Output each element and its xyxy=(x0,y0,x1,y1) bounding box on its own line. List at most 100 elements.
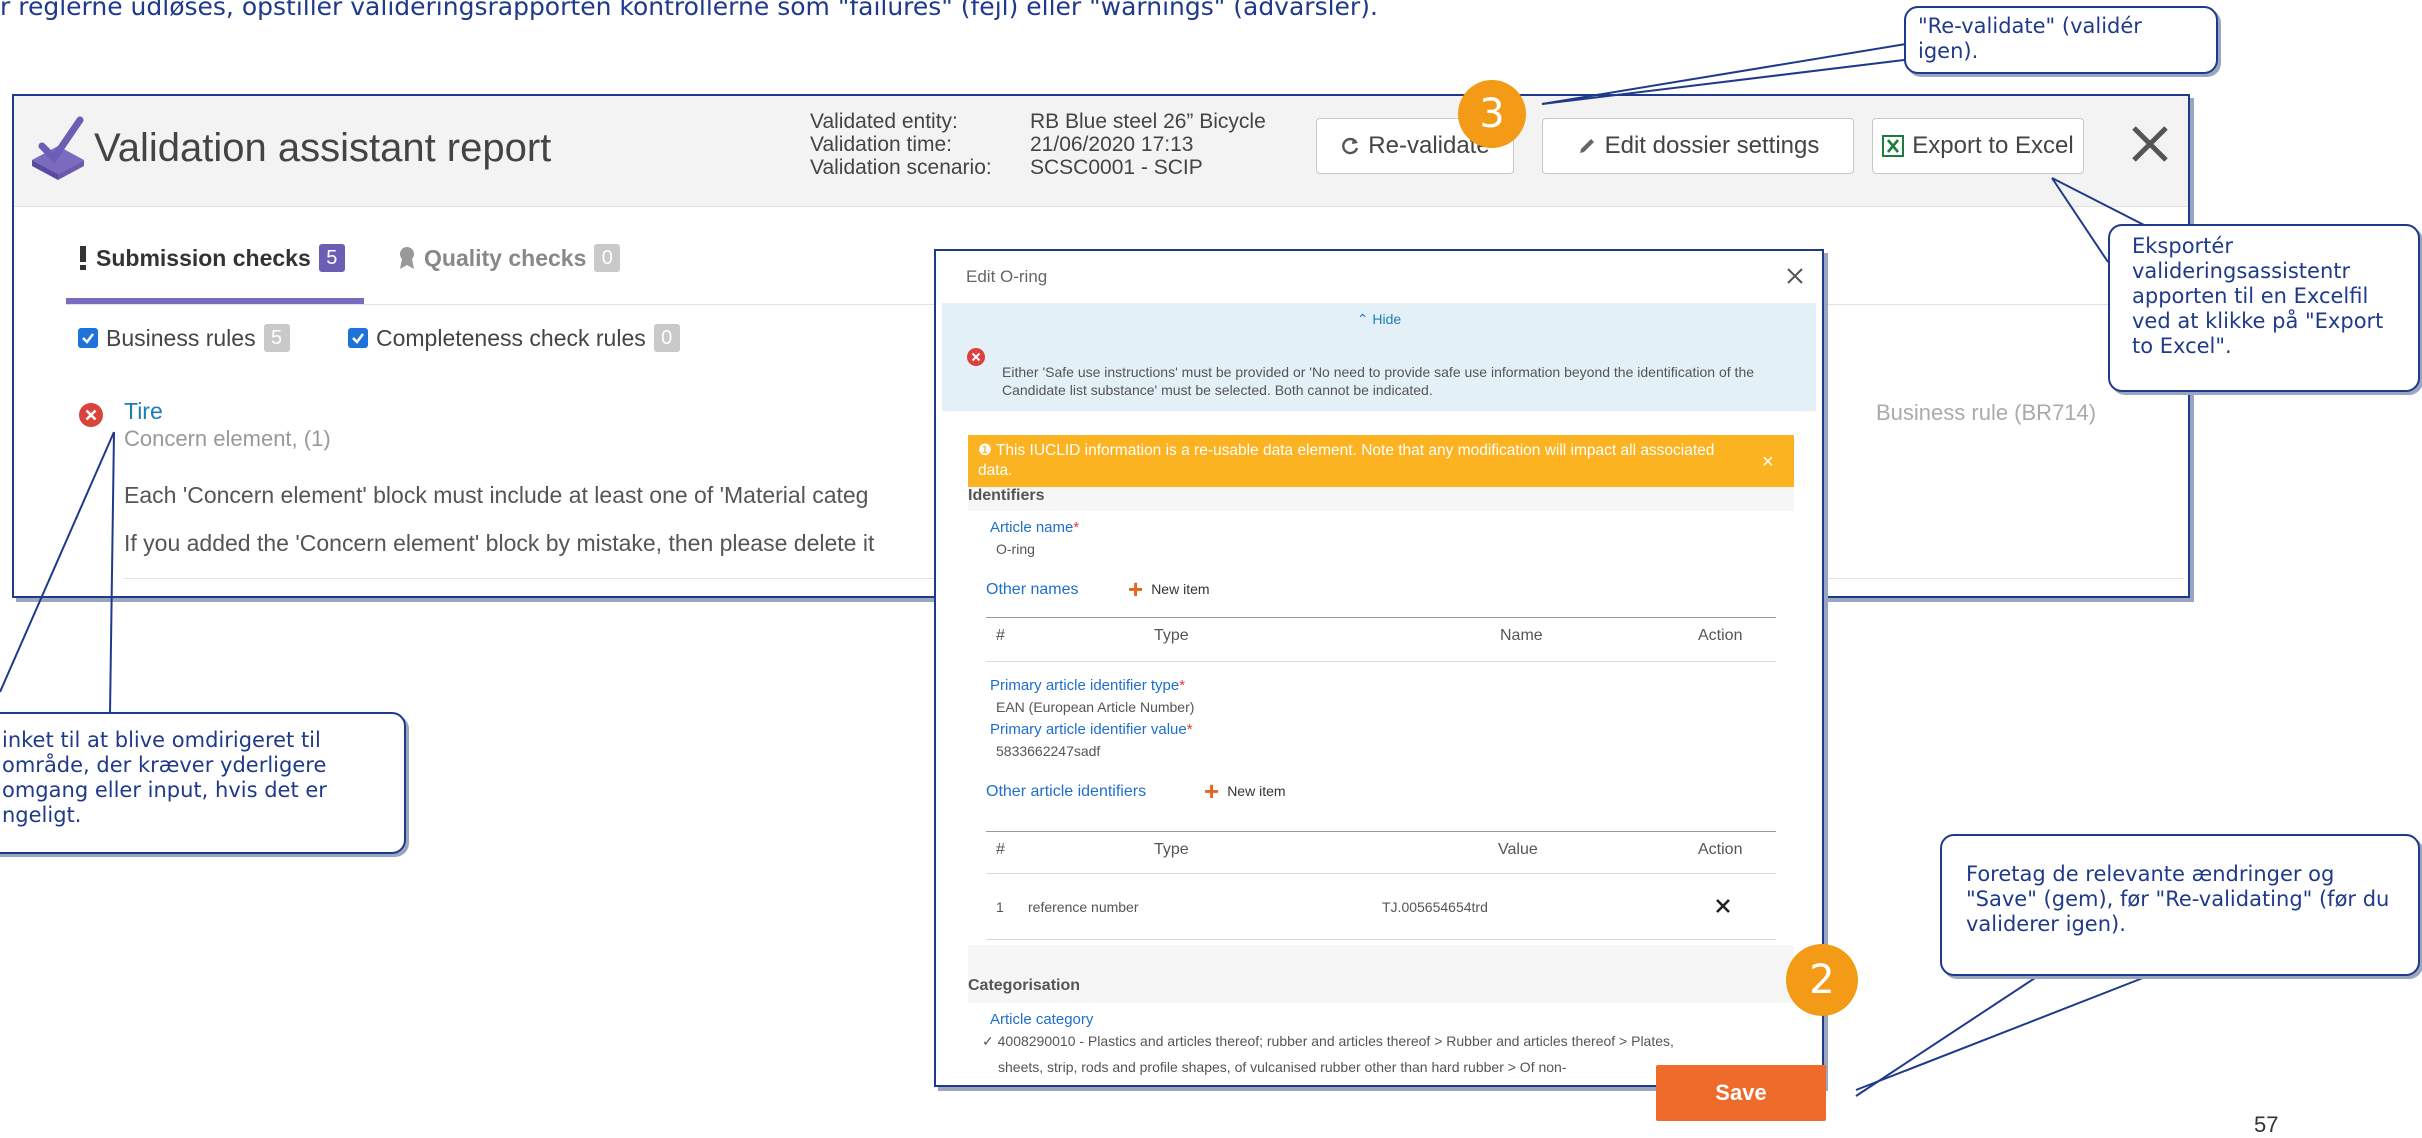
step-badge-2: 2 xyxy=(1786,944,1858,1016)
meta-key: Validation time: xyxy=(810,133,953,156)
table-border xyxy=(986,661,1776,662)
article-category-value: sheets, strip, rods and profile shapes, … xyxy=(998,1059,1567,1075)
category-text: 4008290010 - Plastics and articles there… xyxy=(997,1033,1674,1049)
label-text: Primary article identifier value xyxy=(990,721,1187,738)
pid-type-value: EAN (European Article Number) xyxy=(996,699,1195,715)
hide-toggle[interactable]: ⌃ Hide xyxy=(942,311,1816,328)
callout-revalidate: "Re-validate" (validér igen). xyxy=(1904,6,2218,74)
new-item-button[interactable]: + New item xyxy=(1128,574,1210,604)
count-badge: 0 xyxy=(653,324,680,352)
tab-submission-checks[interactable]: Submission checks 5 xyxy=(78,244,345,272)
dialog-body: Identifiers Article name* O-ring Other n… xyxy=(968,487,1794,1085)
warning-text: ❶ This IUCLID information is a re-usable… xyxy=(978,441,1738,481)
page-number: 57 xyxy=(2254,1112,2279,1137)
business-rules-checkbox[interactable]: Business rules 5 xyxy=(78,324,290,352)
dialog-title: Edit O-ring xyxy=(966,267,1048,286)
excel-icon xyxy=(1882,135,1905,157)
report-header: Validation assistant report Validated en… xyxy=(14,96,2188,207)
hide-label: Hide xyxy=(1372,311,1402,327)
issue-description: If you added the 'Concern element' block… xyxy=(124,530,875,556)
table-header: Type xyxy=(1154,841,1189,858)
count-badge: 5 xyxy=(318,244,345,272)
required-mark: * xyxy=(1073,519,1080,536)
issue-link[interactable]: Tire xyxy=(124,398,163,425)
exclamation-icon xyxy=(80,246,86,270)
close-icon[interactable] xyxy=(1784,265,1806,287)
field-label: Primary article identifier value* xyxy=(990,721,1193,738)
count-badge: 5 xyxy=(263,324,290,352)
tab-label: Quality checks xyxy=(424,244,587,271)
label-text: Primary article identifier type xyxy=(990,677,1180,694)
meta-value: SCSC0001 - SCIP xyxy=(1030,156,1203,179)
tab-quality-checks[interactable]: Quality checks 0 xyxy=(398,244,621,272)
error-text: Either 'Safe use instructions' must be p… xyxy=(1002,364,1755,398)
completeness-rules-checkbox[interactable]: Completeness check rules 0 xyxy=(348,324,680,352)
meta-key: Validation scenario: xyxy=(810,156,992,179)
table-cell: 1 xyxy=(996,899,1004,915)
hide-toggle-bar[interactable]: ⌃ Hide xyxy=(942,303,1816,338)
count-badge: 0 xyxy=(594,244,621,272)
table-header: # xyxy=(996,841,1005,858)
error-icon xyxy=(967,348,985,366)
callout-export: Eksportér valideringsassistentr apporten… xyxy=(2108,224,2420,392)
issue-description: Each 'Concern element' block must includ… xyxy=(124,482,869,508)
error-icon xyxy=(79,403,103,427)
close-icon[interactable] xyxy=(2126,120,2174,168)
report-meta: Validated entity: RB Blue steel 26” Bicyc… xyxy=(810,110,1266,179)
new-item-label: New item xyxy=(1151,581,1210,597)
field-label: Article category xyxy=(990,1011,1094,1028)
section-title: Identifiers xyxy=(968,487,1045,504)
issue-subtitle: Concern element, (1) xyxy=(124,426,331,451)
pencil-icon xyxy=(1579,139,1594,153)
table-header: Value xyxy=(1498,841,1538,858)
new-item-button[interactable]: + New item xyxy=(1204,776,1286,806)
checkbox-label: Business rules xyxy=(106,324,256,351)
step-badge-3: 3 xyxy=(1458,80,1526,148)
chevron-up-icon: ⌃ xyxy=(1356,311,1373,327)
error-message: Either 'Safe use instructions' must be p… xyxy=(942,337,1816,411)
warning-message: This IUCLID information is a re-usable d… xyxy=(978,442,1715,479)
meta-value: RB Blue steel 26” Bicycle xyxy=(1030,110,1266,133)
table-border xyxy=(986,831,1776,832)
identifiers-card: Article name* O-ring Other names + New it… xyxy=(968,511,1794,945)
pid-value-value: 5833662247sadf xyxy=(996,743,1101,759)
tab-label: Submission checks xyxy=(96,244,311,271)
meta-key: Validated entity: xyxy=(810,110,958,133)
close-icon[interactable]: × xyxy=(1762,451,1774,474)
instruction-text: r reglerne udløses, opstiller validering… xyxy=(0,0,1378,21)
other-names-link[interactable]: Other names xyxy=(986,581,1078,599)
table-cell: reference number xyxy=(1028,899,1139,915)
table-header: Action xyxy=(1698,627,1743,644)
export-label: Export to Excel xyxy=(1912,132,2074,159)
table-header: Name xyxy=(1500,627,1543,644)
delete-row-icon[interactable] xyxy=(1714,897,1732,915)
report-title: Validation assistant report xyxy=(94,126,552,170)
warning-banner: ❶ This IUCLID information is a re-usable… xyxy=(968,435,1794,487)
table-border xyxy=(986,939,1776,940)
checkbox-checked-icon xyxy=(78,328,98,348)
meta-value: 21/06/2020 17:13 xyxy=(1030,133,1194,156)
new-item-label: New item xyxy=(1227,783,1286,799)
callout-issue-link: inket til at blive omdirigeret til områd… xyxy=(0,712,406,854)
section-title: Categorisation xyxy=(968,977,1081,994)
table-header: Type xyxy=(1154,627,1189,644)
label-text: Article name xyxy=(990,519,1074,536)
article-name-value: O-ring xyxy=(996,541,1035,557)
table-border xyxy=(986,873,1776,874)
callout-save: Foretag de relevante ændringer og "Save"… xyxy=(1940,834,2420,976)
required-mark: * xyxy=(1186,721,1193,738)
plus-icon: + xyxy=(1128,574,1144,604)
refresh-icon xyxy=(1342,137,1359,155)
export-to-excel-button[interactable]: Export to Excel xyxy=(1872,118,2084,174)
article-category-value: ✓ 4008290010 - Plastics and articles the… xyxy=(982,1033,1674,1050)
table-header: # xyxy=(996,627,1005,644)
edit-dossier-settings-button[interactable]: Edit dossier settings xyxy=(1542,118,1854,174)
table-cell: TJ.005654654trd xyxy=(1382,899,1488,915)
plus-icon: + xyxy=(1204,776,1220,806)
required-mark: * xyxy=(1179,677,1186,694)
info-icon: ❶ xyxy=(978,442,996,459)
field-label: Primary article identifier type* xyxy=(990,677,1185,694)
validation-checkmark-icon xyxy=(32,116,84,180)
other-identifiers-link[interactable]: Other article identifiers xyxy=(986,783,1146,801)
save-button[interactable]: Save xyxy=(1656,1065,1826,1121)
